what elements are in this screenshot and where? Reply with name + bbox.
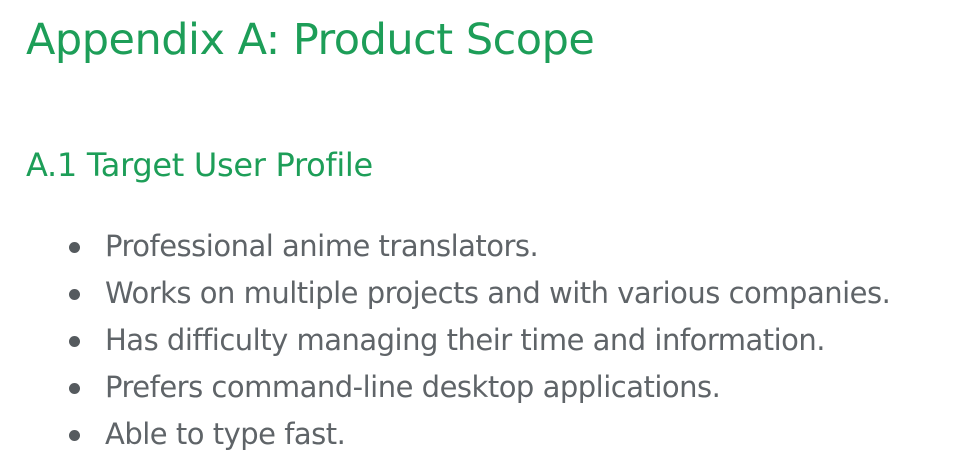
bullet-dot-icon <box>69 289 80 300</box>
document-page: Appendix A: Product Scope A.1 Target Use… <box>0 0 974 467</box>
list-item-text: Professional anime translators. <box>105 229 539 263</box>
list-item: Works on multiple projects and with vari… <box>0 270 891 317</box>
list-item: Able to type fast. <box>0 411 890 458</box>
section-heading: A.1 Target User Profile <box>26 146 373 184</box>
bullet-dot-icon <box>69 383 80 394</box>
list-item-text: Prefers command-line desktop application… <box>105 370 721 404</box>
list-item: Prefers command-line desktop application… <box>0 364 890 411</box>
list-item-text: Has difficulty managing their time and i… <box>105 323 826 357</box>
bullet-dot-icon <box>69 242 80 253</box>
list-item: Has difficulty managing their time and i… <box>0 317 890 364</box>
list-item-text: Able to type fast. <box>105 417 346 451</box>
bullet-dot-icon <box>69 430 80 441</box>
list-item-text: Works on multiple projects and with vari… <box>105 276 891 310</box>
list-item: Professional anime translators. <box>0 223 890 270</box>
bullet-dot-icon <box>69 336 80 347</box>
page-title: Appendix A: Product Scope <box>26 15 595 65</box>
target-user-list: Professional anime translators. Works on… <box>0 223 891 458</box>
